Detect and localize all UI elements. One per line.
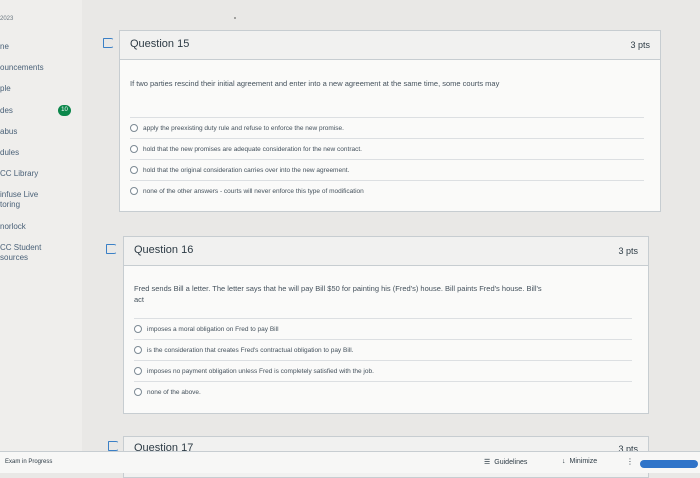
question-16-answer-1[interactable]: imposes a moral obligation on Fred to pa…: [134, 318, 632, 339]
question-15: Question 15 3 pts If two parties rescind…: [119, 30, 661, 212]
sidebar-item-people[interactable]: ple: [0, 84, 11, 94]
answer-label: hold that the new promises are adequate …: [143, 145, 362, 153]
question-15-header: Question 15 3 pts: [120, 31, 660, 60]
answer-label: none of the above.: [147, 388, 201, 396]
answer-label: imposes a moral obligation on Fred to pa…: [147, 325, 279, 333]
question-16-answer-4[interactable]: none of the above.: [134, 381, 632, 402]
term-year: 2023: [0, 16, 14, 22]
question-15-points: 3 pts: [630, 40, 650, 50]
list-icon: ☰: [484, 459, 491, 466]
radio-icon[interactable]: [134, 325, 142, 333]
exam-footer-bar: Exam in Progress ☰ Guidelines ↓ Minimize…: [0, 451, 700, 473]
question-15-text: If two parties rescind their initial agr…: [130, 79, 500, 88]
answer-label: hold that the original consideration car…: [143, 166, 350, 174]
more-options-icon[interactable]: ⋮: [626, 457, 634, 466]
question-16-answer-3[interactable]: imposes no payment obligation unless Fre…: [134, 360, 632, 381]
exam-status: Exam in Progress: [5, 459, 53, 465]
question-15-answer-1[interactable]: apply the preexisting duty rule and refu…: [130, 117, 644, 138]
sidebar-item-home[interactable]: ne: [0, 42, 9, 52]
flag-question-15-icon[interactable]: [103, 38, 114, 48]
sidebar-item-honorlock[interactable]: norlock: [0, 222, 26, 232]
radio-icon[interactable]: [130, 124, 138, 132]
question-15-answer-4[interactable]: none of the other answers - courts will …: [130, 180, 644, 201]
sidebar-item-student-resources-label: CC Student: [0, 243, 42, 252]
question-15-answer-3[interactable]: hold that the original consideration car…: [130, 159, 644, 180]
sidebar-item-tutoring-label: infuse Live: [0, 190, 39, 199]
radio-icon[interactable]: [134, 367, 142, 375]
sidebar-item-tutoring[interactable]: infuse Live toring: [0, 190, 38, 210]
question-16-points: 3 pts: [618, 246, 638, 256]
radio-icon[interactable]: [130, 166, 138, 174]
question-16-text: Fred sends Bill a letter. The letter say…: [134, 284, 542, 304]
sidebar-item-student-resources-sub: sources: [0, 253, 29, 262]
sidebar-item-student-resources[interactable]: CC Student sources: [0, 243, 41, 263]
sidebar-item-tutoring-sub: toring: [0, 200, 21, 209]
guidelines-button[interactable]: ☰ Guidelines: [484, 458, 528, 467]
answer-label: apply the preexisting duty rule and refu…: [143, 124, 344, 132]
question-16-answer-2[interactable]: is the consideration that creates Fred's…: [134, 339, 632, 360]
flag-question-17-icon[interactable]: [108, 441, 119, 451]
radio-icon[interactable]: [130, 187, 138, 195]
guidelines-label: Guidelines: [494, 458, 528, 466]
course-sidebar: 2023 ne ouncements ple des 10 abus dules…: [0, 0, 82, 472]
sidebar-item-syllabus[interactable]: abus: [0, 127, 17, 137]
question-15-title: Question 15: [130, 38, 190, 50]
minimize-label: Minimize: [569, 458, 598, 465]
decorative-dot: [234, 17, 236, 19]
question-16-header: Question 16 3 pts: [124, 237, 648, 266]
quiz-content: Question 15 3 pts If two parties rescind…: [82, 0, 700, 478]
recording-indicator: [640, 460, 698, 468]
sidebar-item-grades[interactable]: des: [0, 106, 13, 116]
answer-label: is the consideration that creates Fred's…: [147, 346, 354, 354]
grades-count-badge: 10: [58, 105, 71, 116]
answer-label: none of the other answers - courts will …: [143, 187, 364, 195]
radio-icon[interactable]: [134, 346, 142, 354]
question-16-title: Question 16: [134, 244, 194, 256]
minimize-button[interactable]: ↓ Minimize: [562, 458, 597, 465]
radio-icon[interactable]: [130, 145, 138, 153]
question-16: Question 16 3 pts Fred sends Bill a lett…: [123, 236, 649, 414]
sidebar-item-modules[interactable]: dules: [0, 148, 19, 158]
answer-label: imposes no payment obligation unless Fre…: [147, 367, 374, 375]
question-15-answer-2[interactable]: hold that the new promises are adequate …: [130, 138, 644, 159]
sidebar-item-announcements[interactable]: ouncements: [0, 63, 44, 73]
radio-icon[interactable]: [134, 388, 142, 396]
sidebar-item-library[interactable]: CC Library: [0, 169, 38, 179]
arrow-down-icon: ↓: [562, 458, 566, 465]
flag-question-16-icon[interactable]: [106, 244, 117, 254]
